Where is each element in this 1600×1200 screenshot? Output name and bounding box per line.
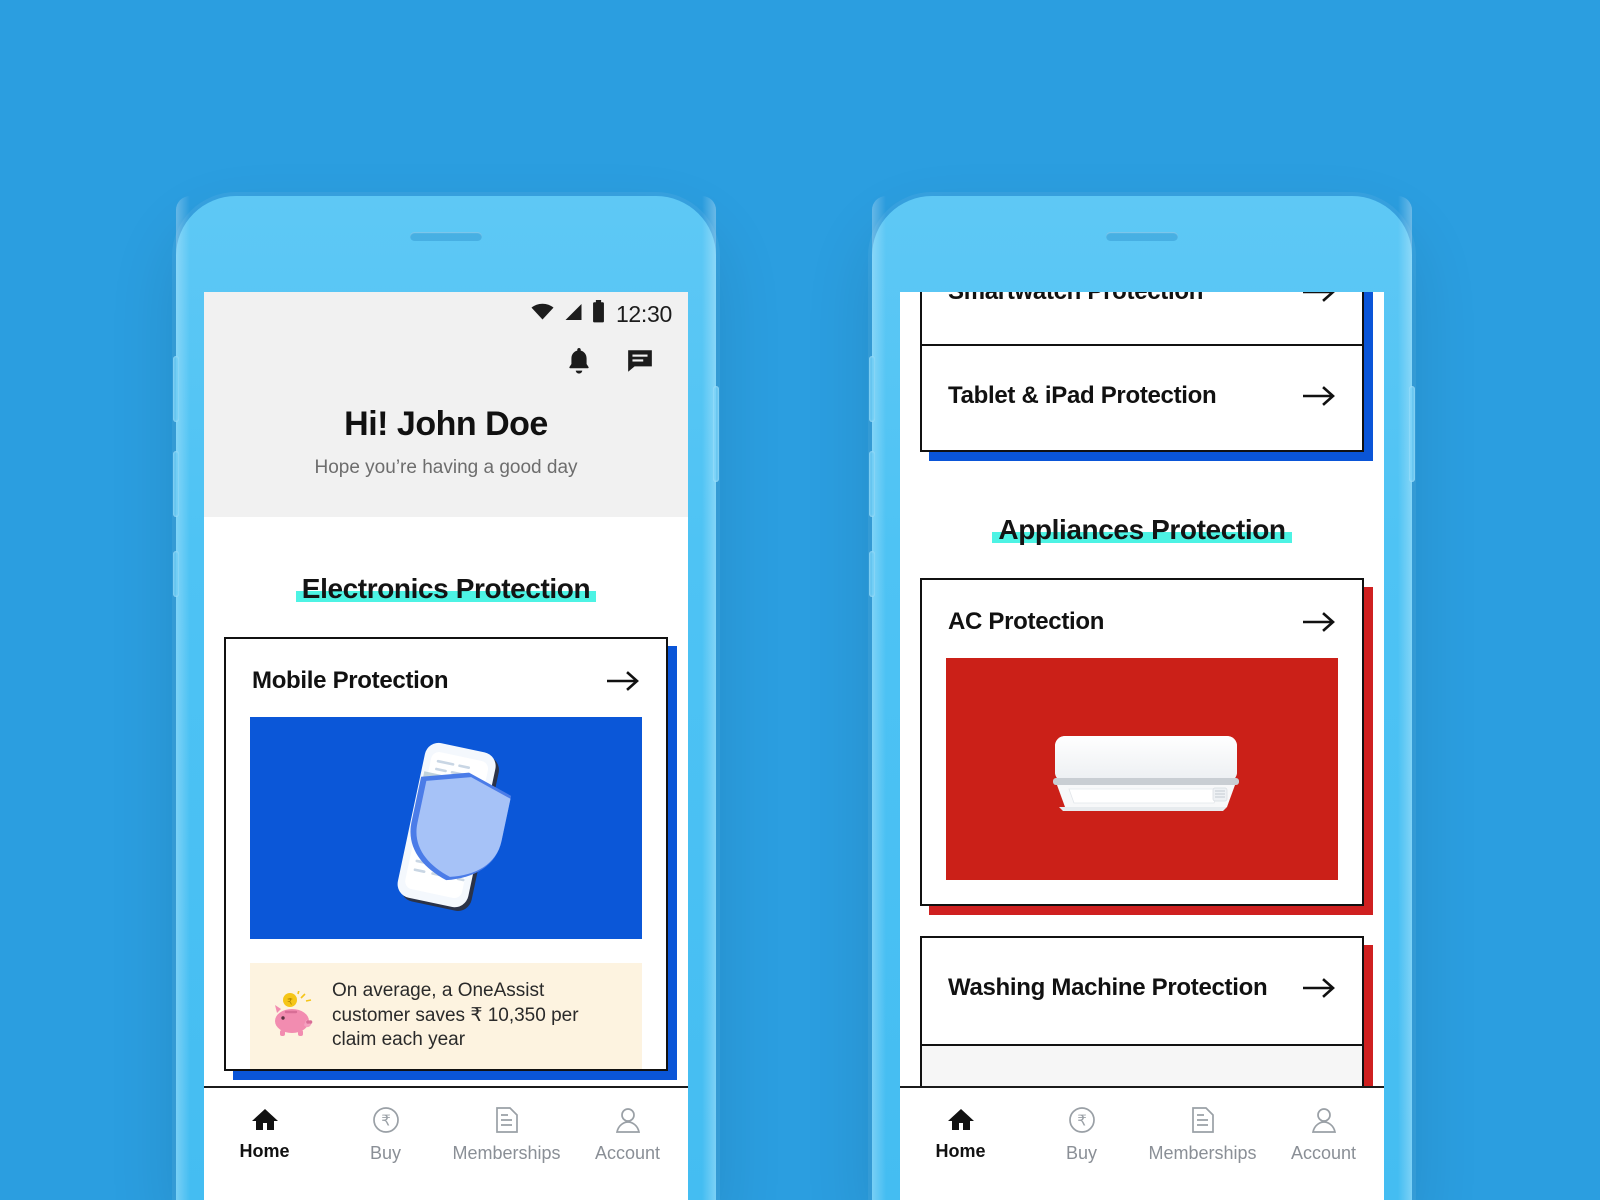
nav-label: Account	[594, 1143, 661, 1163]
electronics-remaining-cards[interactable]: Smartwatch Protection Tablet & iPad Prot…	[920, 292, 1373, 461]
card-media-placeholder	[922, 1046, 1362, 1086]
section-heading-appliances: Appliances Protection	[900, 452, 1384, 556]
chat-message-icon[interactable]	[626, 347, 654, 375]
home-icon	[251, 1106, 279, 1132]
volume-up-button[interactable]	[869, 356, 875, 422]
card-header-row[interactable]: Mobile Protection	[226, 639, 666, 717]
person-icon	[614, 1106, 642, 1134]
silent-switch[interactable]	[173, 551, 179, 597]
section-heading-label: Appliances Protection	[998, 514, 1286, 545]
svg-text:₹: ₹	[381, 1113, 391, 1130]
nav-label: Home	[239, 1141, 290, 1161]
card-header-row[interactable]: Washing Machine Protection	[922, 938, 1362, 1044]
document-icon	[1191, 1106, 1215, 1134]
phone-edge-highlight-right	[1398, 196, 1412, 1200]
tablet-ipad-protection-row[interactable]: Tablet & iPad Protection	[922, 346, 1362, 450]
arrow-right-icon[interactable]	[606, 670, 640, 692]
right-phone-screen: Smartwatch Protection Tablet & iPad Prot…	[900, 292, 1384, 1200]
battery-icon	[592, 300, 605, 328]
rupee-circle-icon: ₹	[372, 1106, 400, 1134]
mobile-protection-card[interactable]: Mobile Protection ₹ On average, a OneAss…	[224, 637, 677, 1081]
card-title: Washing Machine Protection	[948, 974, 1268, 1001]
left-phone-device: 12:30 Hi! John Doe Hope you’re having a …	[173, 196, 719, 1200]
right-phone-device: Smartwatch Protection Tablet & iPad Prot…	[869, 196, 1415, 1200]
rupee-circle-icon: ₹	[1068, 1106, 1096, 1134]
phone-edge-highlight-right	[702, 196, 716, 1200]
nav-item-buy[interactable]: ₹ Buy	[325, 1106, 446, 1164]
nav-item-account[interactable]: Account	[1263, 1106, 1384, 1164]
card-title: Tablet & iPad Protection	[948, 382, 1217, 409]
document-icon	[495, 1106, 519, 1134]
bottom-navigation-bar: Home ₹ Buy Memberships Account	[204, 1086, 688, 1200]
card-title: Mobile Protection	[252, 667, 449, 694]
piggy-bank-icon: ₹	[268, 989, 318, 1042]
mobile-protection-illustration	[250, 717, 642, 939]
nav-item-memberships[interactable]: Memberships	[1142, 1106, 1263, 1164]
nav-label: Memberships	[452, 1143, 561, 1163]
card-header-row[interactable]: AC Protection	[922, 580, 1362, 658]
cellular-signal-icon	[563, 302, 584, 327]
poster-canvas: 12:30 Hi! John Doe Hope you’re having a …	[0, 0, 1600, 1200]
nav-item-account[interactable]: Account	[567, 1106, 688, 1164]
bottom-navigation-bar: Home ₹ Buy Memberships Account	[900, 1086, 1384, 1200]
phone-edge-highlight-left	[176, 196, 190, 1200]
ac-protection-image	[946, 658, 1338, 880]
left-phone-screen: 12:30 Hi! John Doe Hope you’re having a …	[204, 292, 688, 1200]
nav-item-home[interactable]: Home	[204, 1106, 325, 1162]
power-button[interactable]	[713, 386, 719, 482]
nav-label: Home	[935, 1141, 986, 1161]
power-button[interactable]	[1409, 386, 1415, 482]
savings-promo-banner: ₹ On average, a OneAssist customer saves…	[250, 963, 642, 1070]
arrow-right-icon[interactable]	[1302, 292, 1336, 303]
notifications-bell-icon[interactable]	[566, 346, 592, 375]
nav-label: Memberships	[1148, 1143, 1257, 1163]
phone-edge-highlight-left	[872, 196, 886, 1200]
card-title: AC Protection	[948, 608, 1105, 635]
volume-down-button[interactable]	[869, 451, 875, 517]
header-action-row	[204, 336, 688, 375]
ac-protection-card[interactable]: AC Protection	[920, 578, 1373, 915]
status-bar-time: 12:30	[615, 300, 672, 327]
greeting-header: Hi! John Doe Hope you’re having a good d…	[204, 336, 688, 517]
home-icon	[947, 1106, 975, 1132]
nav-label: Buy	[1065, 1143, 1098, 1163]
arrow-right-icon[interactable]	[1302, 977, 1336, 999]
status-bar: 12:30	[204, 292, 688, 336]
section-heading-label: Electronics Protection	[301, 573, 591, 604]
nav-item-memberships[interactable]: Memberships	[446, 1106, 567, 1164]
wifi-icon	[530, 302, 555, 327]
arrow-right-icon[interactable]	[1302, 385, 1336, 407]
svg-text:₹: ₹	[287, 996, 293, 1006]
promo-text: On average, a OneAssist customer saves ₹…	[332, 980, 579, 1051]
person-icon	[1310, 1106, 1338, 1134]
nav-label: Account	[1290, 1143, 1357, 1163]
volume-up-button[interactable]	[173, 356, 179, 422]
nav-item-home[interactable]: Home	[900, 1106, 1021, 1162]
greeting-subtitle: Hope you’re having a good day	[314, 457, 578, 478]
volume-down-button[interactable]	[173, 451, 179, 517]
svg-text:₹: ₹	[1077, 1113, 1087, 1130]
greeting-title: Hi! John Doe	[344, 405, 548, 443]
arrow-right-icon[interactable]	[1302, 611, 1336, 633]
earpiece-speaker	[1106, 232, 1178, 241]
card-title: Smartwatch Protection	[948, 292, 1203, 306]
nav-item-buy[interactable]: ₹ Buy	[1021, 1106, 1142, 1164]
earpiece-speaker	[410, 232, 482, 241]
silent-switch[interactable]	[869, 551, 875, 597]
nav-label: Buy	[369, 1143, 402, 1163]
section-heading-electronics: Electronics Protection	[204, 517, 688, 615]
smartwatch-protection-row[interactable]: Smartwatch Protection	[922, 292, 1362, 344]
washing-machine-protection-card[interactable]: Washing Machine Protection	[920, 936, 1373, 1097]
